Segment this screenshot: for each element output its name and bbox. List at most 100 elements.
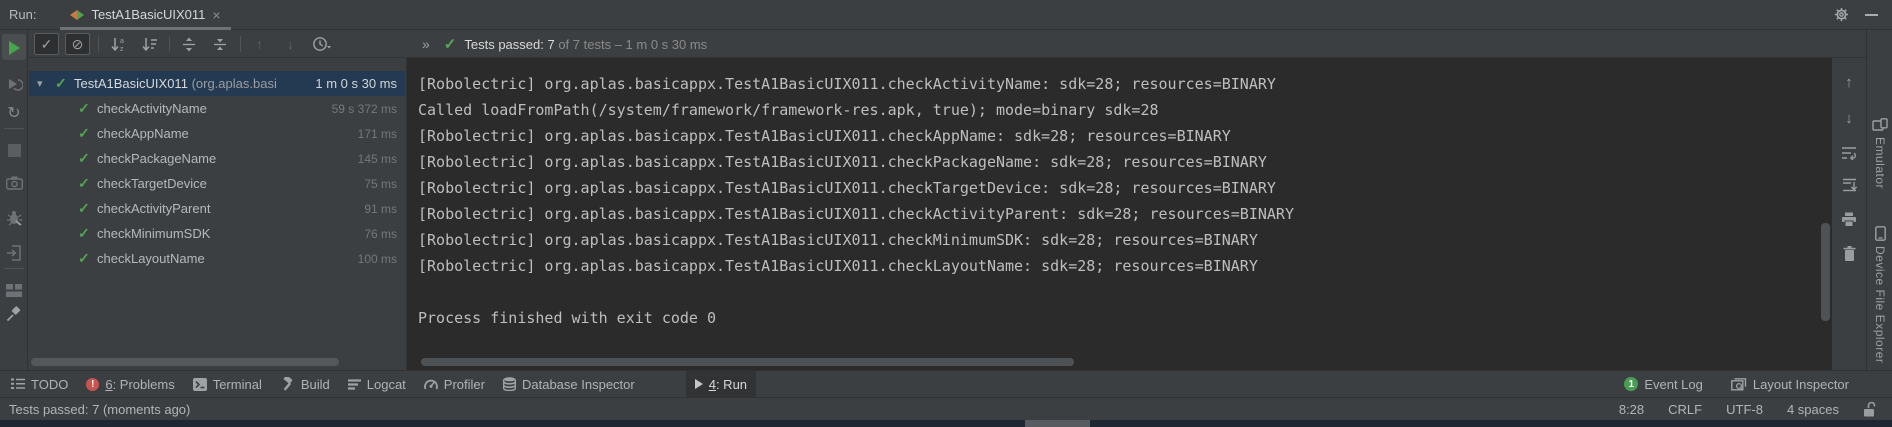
stop-button[interactable] xyxy=(0,138,28,162)
tool-button-terminal[interactable]: Terminal xyxy=(184,371,271,398)
chevron-down-icon[interactable]: ▾ xyxy=(37,77,43,90)
rerun-tests-button[interactable] xyxy=(0,36,28,60)
problems-mnemonic: 6 xyxy=(105,377,112,392)
print-button[interactable] xyxy=(1832,212,1866,227)
tool-window-bar: TODO ! 6: Problems Terminal Build xyxy=(0,370,1892,397)
test-passed-icon: ✓ xyxy=(78,100,90,117)
tree-row-test[interactable]: ✓checkAppName171 ms xyxy=(29,121,405,146)
status-bar: Tests passed: 7 (moments ago) 8:28 CRLF … xyxy=(0,397,1892,420)
run-header: Run: TestA1BasicUIX011 × xyxy=(0,0,1892,30)
tree-row-test[interactable]: ✓ checkLayoutName 100 ms xyxy=(29,246,405,271)
divider xyxy=(98,36,99,52)
clear-console-button[interactable] xyxy=(1832,246,1866,261)
tree-horizontal-scrollbar[interactable] xyxy=(31,358,339,366)
tree-row-test[interactable]: ✓checkPackageName145 ms xyxy=(29,146,405,171)
test-passed-icon: ✓ xyxy=(78,250,90,267)
up-arrow-icon: ↑ xyxy=(1845,74,1853,91)
restore-layout-button[interactable] xyxy=(0,278,28,302)
divider xyxy=(4,128,24,129)
tree-row-test[interactable]: ✓checkTargetDevice75 ms xyxy=(29,171,405,196)
attach-debugger-button[interactable] xyxy=(0,206,28,230)
test-name: checkPackageName xyxy=(97,151,216,166)
toggle-auto-test-button[interactable]: ↻ xyxy=(0,102,28,126)
problems-label: : Problems xyxy=(113,377,175,392)
scroll-up-button[interactable]: ↑ xyxy=(1832,74,1866,91)
tree-row-test[interactable]: ✓checkMinimumSDK76 ms xyxy=(29,221,405,246)
svg-text:z: z xyxy=(120,46,124,52)
test-passed-icon: ✓ xyxy=(78,225,90,242)
test-name: checkTargetDevice xyxy=(97,176,207,191)
test-name: checkLayoutName xyxy=(97,251,205,266)
pin-tab-button[interactable] xyxy=(0,302,28,326)
expand-all-button[interactable] xyxy=(176,33,201,55)
test-duration: 145 ms xyxy=(358,152,397,166)
show-ignored-toggle[interactable]: ⊘ xyxy=(65,33,90,55)
tool-button-problems[interactable]: ! 6: Problems xyxy=(77,371,183,398)
build-label: Build xyxy=(301,377,330,392)
tool-button-run[interactable]: 4: Run xyxy=(686,371,756,398)
tool-button-device-file-explorer[interactable]: Device File Explorer xyxy=(1867,226,1892,363)
test-duration: 91 ms xyxy=(364,202,397,216)
down-arrow-icon: ↓ xyxy=(1845,110,1853,127)
close-icon[interactable]: × xyxy=(212,8,220,22)
unlock-icon[interactable] xyxy=(1863,402,1876,417)
event-log-label: Event Log xyxy=(1644,377,1703,392)
console-vertical-scrollbar[interactable] xyxy=(1821,223,1830,321)
console-line: [Robolectric] org.aplas.basicappx.TestA1… xyxy=(418,123,1832,149)
tool-button-event-log[interactable]: 1 Event Log xyxy=(1615,371,1712,398)
console-line: Process finished with exit code 0 xyxy=(418,305,1832,331)
layout-inspector-label: Layout Inspector xyxy=(1753,377,1849,392)
profiler-icon xyxy=(424,378,438,391)
printer-icon xyxy=(1841,212,1857,227)
hide-icon[interactable] xyxy=(1865,14,1878,16)
previous-occurrence-button[interactable]: ↑ xyxy=(247,33,272,55)
run-console: [Robolectric] org.aplas.basicappx.TestA1… xyxy=(406,57,1832,370)
tab-underline xyxy=(60,27,230,30)
tool-button-database-inspector[interactable]: Database Inspector xyxy=(494,371,644,398)
event-log-badge: 1 xyxy=(1624,377,1638,391)
terminal-icon xyxy=(193,378,207,391)
tool-button-emulator[interactable]: Emulator xyxy=(1867,118,1892,189)
gear-icon[interactable] xyxy=(1834,7,1849,22)
soft-wrap-button[interactable] xyxy=(1832,146,1866,160)
toolbar-overflow-icon[interactable]: » xyxy=(422,36,430,52)
right-tool-strip: Emulator Device File Explorer xyxy=(1866,30,1892,398)
test-passed-icon: ✓ xyxy=(55,75,67,92)
dump-threads-button[interactable] xyxy=(0,171,28,195)
run-label: Run: xyxy=(9,7,36,22)
indent-setting[interactable]: 4 spaces xyxy=(1787,402,1839,417)
tree-row-test[interactable]: ✓checkActivityName59 s 372 ms xyxy=(29,96,405,121)
attach-to-process-button[interactable] xyxy=(0,241,28,265)
next-occurrence-button[interactable]: ↓ xyxy=(278,33,303,55)
expand-all-icon xyxy=(182,37,196,52)
caret-position[interactable]: 8:28 xyxy=(1619,402,1644,417)
tree-row-test[interactable]: ✓checkActivityParent91 ms xyxy=(29,196,405,221)
console-horizontal-scrollbar[interactable] xyxy=(421,358,1074,366)
tool-button-build[interactable]: Build xyxy=(271,371,339,398)
terminal-label: Terminal xyxy=(213,377,262,392)
tab-testa1basicuix011[interactable]: TestA1BasicUIX011 × xyxy=(60,0,230,30)
scroll-to-end-button[interactable] xyxy=(1832,178,1866,192)
collapse-all-button[interactable] xyxy=(207,33,232,55)
file-encoding[interactable]: UTF-8 xyxy=(1726,402,1763,417)
sort-by-duration-button[interactable] xyxy=(136,33,161,55)
device-icon xyxy=(1875,226,1886,241)
test-duration: 100 ms xyxy=(358,252,397,266)
tree-row-root[interactable]: ▾ ✓ TestA1BasicUIX011 (org.aplas.basi 1 … xyxy=(29,71,405,96)
tool-button-logcat[interactable]: Logcat xyxy=(339,371,415,398)
root-test-package: (org.aplas.basi xyxy=(192,76,277,91)
show-passed-toggle[interactable]: ✓ xyxy=(34,33,59,55)
test-history-button[interactable] xyxy=(309,33,334,55)
rerun-failed-tests-button[interactable] xyxy=(0,72,28,96)
sort-alphabetically-button[interactable]: a z xyxy=(105,33,130,55)
tool-button-todo[interactable]: TODO xyxy=(2,371,77,398)
hammer-icon xyxy=(280,377,295,391)
line-ending[interactable]: CRLF xyxy=(1668,402,1702,417)
scroll-down-button[interactable]: ↓ xyxy=(1832,110,1866,127)
divider xyxy=(169,36,170,52)
tool-button-profiler[interactable]: Profiler xyxy=(415,371,494,398)
test-name: checkActivityName xyxy=(97,101,207,116)
trash-icon xyxy=(1843,246,1856,261)
tool-button-layout-inspector[interactable]: Layout Inspector xyxy=(1722,371,1858,398)
taskbar-fragment xyxy=(1025,420,1090,427)
